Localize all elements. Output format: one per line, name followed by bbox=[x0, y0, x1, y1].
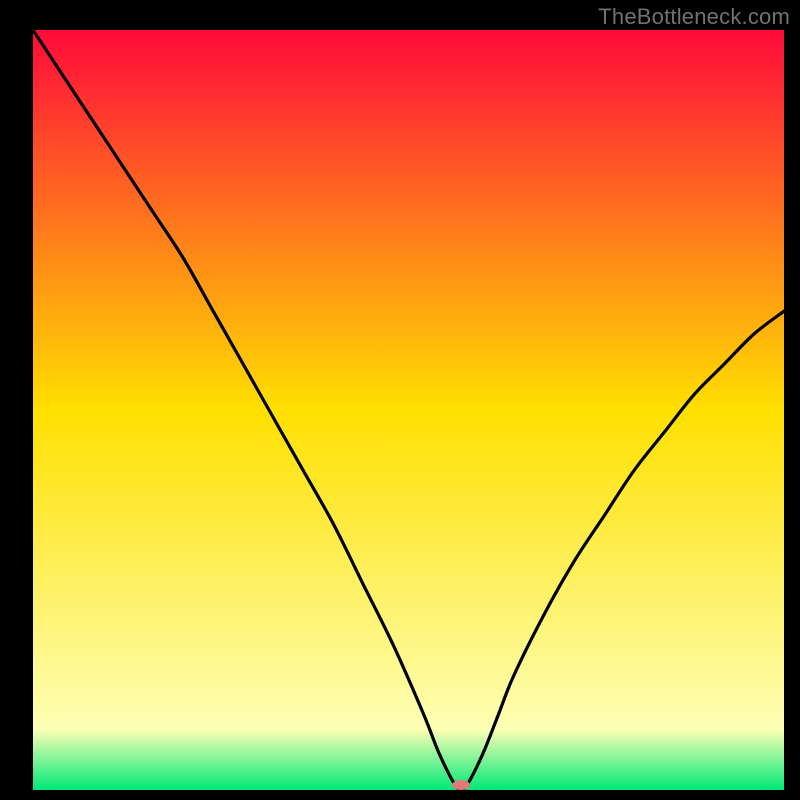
watermark-label: TheBottleneck.com bbox=[598, 4, 790, 30]
plot-svg bbox=[33, 30, 784, 790]
chart-container: TheBottleneck.com bbox=[0, 0, 800, 800]
notch-marker bbox=[452, 780, 470, 790]
bottleneck-plot bbox=[33, 30, 784, 790]
